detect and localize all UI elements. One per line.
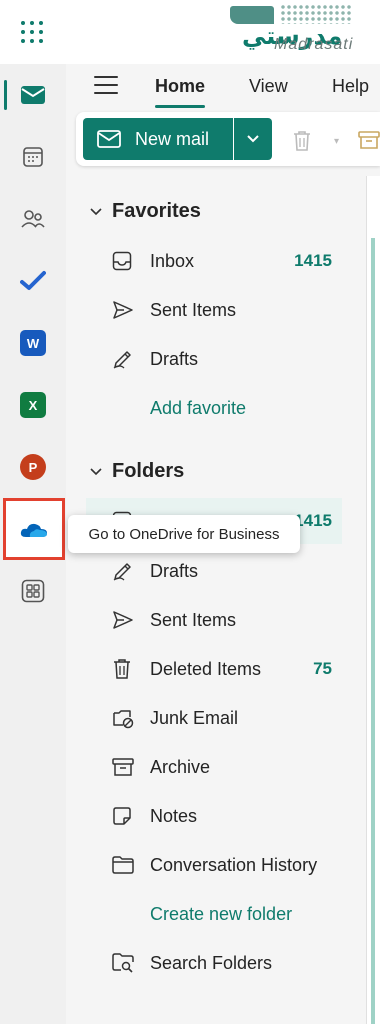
new-mail-dropdown-button[interactable]	[234, 118, 272, 160]
folders-item-archive[interactable]: Archive	[86, 746, 342, 788]
rail-item-onedrive[interactable]	[3, 498, 65, 560]
inbox-icon	[112, 251, 132, 271]
rail-item-todo[interactable]	[4, 254, 62, 308]
search-folder-icon	[112, 953, 134, 973]
folders-item-sent-items[interactable]: Sent Items	[86, 599, 342, 641]
favorites-item-drafts[interactable]: Drafts	[86, 338, 342, 380]
logo-dots	[280, 4, 352, 24]
favorites-header[interactable]: Favorites	[90, 200, 201, 223]
folders-item-drafts[interactable]: Drafts	[86, 550, 342, 592]
drafts-icon	[113, 351, 131, 369]
folders-item-notes[interactable]: Notes	[86, 795, 342, 837]
unread-count: 75	[313, 659, 332, 678]
tab-help[interactable]: Help	[332, 76, 369, 97]
rail-item-powerpoint[interactable]: P	[4, 440, 62, 494]
mail-icon	[21, 86, 45, 104]
folders-item-conversation-history[interactable]: Conversation History	[86, 844, 342, 886]
rail-item-people[interactable]	[4, 192, 62, 246]
chevron-down-icon	[247, 135, 259, 143]
drafts-icon	[113, 563, 131, 581]
rail-item-more-apps[interactable]	[4, 564, 62, 618]
rail-item-excel[interactable]: X	[4, 378, 62, 432]
trash-icon	[114, 659, 130, 679]
folder-icon	[112, 856, 134, 874]
logo-latin-text: Madrasati	[274, 36, 354, 53]
create-new-folder-link[interactable]: Create new folder	[86, 893, 342, 935]
folder-label: Sent Items	[150, 609, 237, 630]
excel-icon: X	[20, 392, 46, 418]
folder-label: Search Folders	[150, 952, 273, 973]
folders-header[interactable]: Folders	[90, 460, 184, 483]
chevron-down-icon	[90, 467, 102, 475]
onedrive-icon	[20, 523, 47, 537]
folder-label: Junk Email	[150, 707, 239, 728]
folder-label: Archive	[150, 756, 211, 777]
archive-icon[interactable]	[358, 130, 380, 150]
delete-dropdown-icon[interactable]: ▾	[334, 136, 339, 147]
ribbon-tabs: Home View Help	[66, 64, 380, 110]
rail-item-mail[interactable]	[4, 68, 62, 122]
notes-icon	[113, 807, 131, 825]
ribbon-toolbar: New mail ▾	[76, 112, 380, 166]
send-icon	[113, 301, 133, 319]
folder-label: Inbox	[150, 250, 195, 271]
unread-count: 1415	[294, 251, 332, 270]
folders-item-search-folders[interactable]: Search Folders	[86, 942, 342, 984]
folder-label: Drafts	[150, 560, 199, 581]
top-bar: مدرستي Madrasati	[0, 0, 380, 64]
folder-label: Drafts	[150, 348, 199, 369]
add-favorite-label: Add favorite	[150, 397, 247, 418]
message-list-edge	[366, 176, 380, 1024]
archive-icon	[112, 758, 134, 776]
apps-icon	[21, 579, 45, 603]
junk-icon	[113, 710, 134, 729]
app-launcher-icon[interactable]	[21, 21, 43, 43]
folder-label: Deleted Items	[150, 658, 262, 679]
folders-title: Folders	[112, 460, 185, 482]
send-icon	[113, 611, 133, 629]
delete-icon[interactable]	[292, 130, 312, 152]
madrasati-logo: مدرستي Madrasati	[228, 0, 380, 64]
favorites-title: Favorites	[112, 200, 201, 222]
favorites-item-inbox[interactable]: Inbox 1415	[86, 240, 342, 282]
mail-icon	[97, 130, 121, 148]
folders-item-junk-email[interactable]: Junk Email	[86, 697, 342, 739]
calendar-icon	[23, 147, 43, 167]
folders-item-deleted-items[interactable]: Deleted Items 75	[86, 648, 342, 690]
create-new-folder-label: Create new folder	[150, 903, 293, 924]
add-favorite-link[interactable]: Add favorite	[86, 387, 342, 429]
new-mail-label: New mail	[135, 128, 210, 149]
folder-label: Sent Items	[150, 299, 237, 320]
folder-label: Notes	[150, 805, 198, 826]
rail-item-calendar[interactable]	[4, 130, 62, 184]
chevron-down-icon	[90, 207, 102, 215]
todo-check-icon	[20, 271, 46, 290]
favorites-item-sent-items[interactable]: Sent Items	[86, 289, 342, 331]
hamburger-menu-icon[interactable]	[94, 76, 118, 96]
tab-view[interactable]: View	[249, 76, 288, 97]
folder-label: Conversation History	[150, 854, 318, 875]
onedrive-tooltip: Go to OneDrive for Business	[68, 515, 300, 553]
new-mail-button[interactable]: New mail	[83, 118, 233, 160]
app-rail: W X P	[0, 64, 66, 1024]
people-icon	[21, 210, 45, 228]
powerpoint-icon: P	[20, 454, 46, 480]
tab-home[interactable]: Home	[155, 76, 206, 108]
word-icon: W	[20, 330, 46, 356]
rail-item-word[interactable]: W	[4, 316, 62, 370]
